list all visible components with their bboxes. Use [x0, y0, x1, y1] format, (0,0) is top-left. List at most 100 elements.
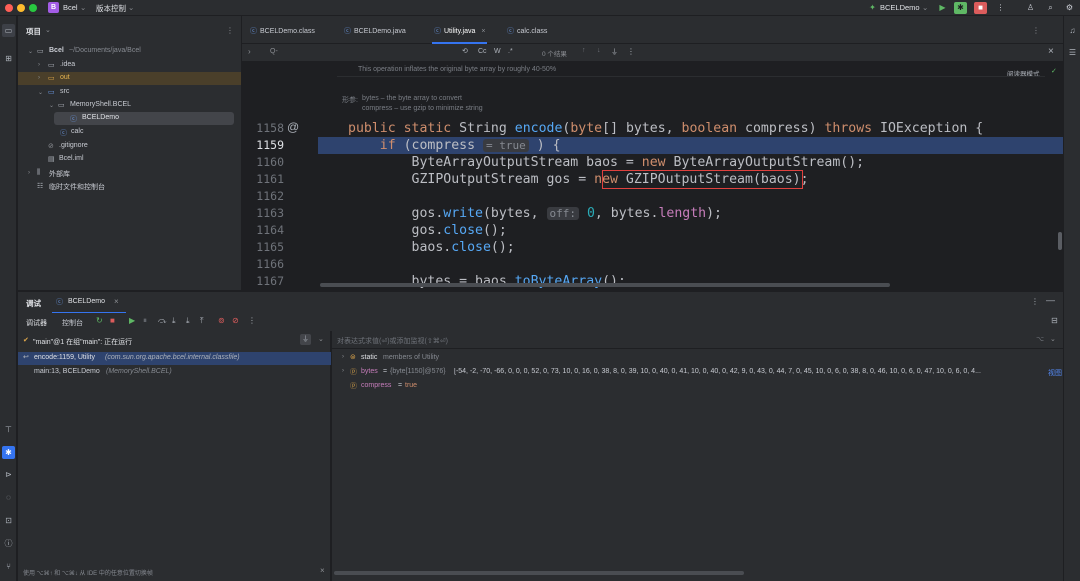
tab-bceldemo-class[interactable]: ⓒ BCELDemo.class	[250, 16, 315, 44]
tree-item-idea[interactable]: › ▭ .idea	[18, 59, 241, 72]
minimize-panel-icon[interactable]: —	[1046, 295, 1055, 305]
tree-item-src[interactable]: ⌄ ▭ src	[18, 86, 241, 99]
terminal-tool-icon[interactable]: ⊡	[2, 514, 15, 527]
search-icon[interactable]: ⌕	[1044, 2, 1057, 14]
project-tool-icon[interactable]: ▭	[2, 24, 15, 37]
project-switcher[interactable]: Bcel	[63, 3, 78, 12]
step-out-icon[interactable]: ⤒	[200, 316, 204, 326]
stop-icon[interactable]: ■	[110, 316, 115, 325]
debug-tool-icon[interactable]: ✱	[2, 446, 15, 459]
filter-icon[interactable]: ⏚	[611, 47, 618, 57]
chevron-down-icon: ⌄	[922, 3, 929, 12]
current-frame-icon: ↩	[23, 354, 29, 361]
regex-toggle[interactable]: .*	[508, 48, 513, 55]
database-icon[interactable]: ☰	[1066, 46, 1079, 59]
tree-item-scratches[interactable]: ☷ 临时文件和控制台	[18, 180, 241, 193]
tab-utility-java[interactable]: ⓒ Utility.java ×	[432, 16, 488, 44]
tree-item-out[interactable]: › ▭ out	[18, 72, 241, 85]
tree-item-package[interactable]: ⌄ ▭ MemoryShell.BCEL	[18, 99, 241, 112]
pause-icon[interactable]: ⏸	[143, 316, 147, 326]
stack-frame-row[interactable]: ↩ encode:1159, Utility (com.sun.org.apac…	[18, 352, 331, 365]
run-icon[interactable]: ▶	[936, 2, 949, 14]
words-toggle[interactable]: W	[494, 48, 501, 55]
settings-icon[interactable]: ⚙	[1063, 2, 1076, 14]
stop-icon[interactable]: ■	[974, 2, 987, 14]
chevron-down-icon[interactable]: ⌄	[318, 335, 324, 343]
git-tool-icon[interactable]: ⑂	[2, 560, 15, 573]
step-into-icon[interactable]: ⤓	[172, 316, 176, 326]
parameter-hint: off:	[546, 207, 580, 220]
more-vertical-icon[interactable]: ⋮	[248, 316, 256, 325]
horizontal-scrollbar[interactable]	[334, 571, 744, 575]
module-file-icon: ▤	[48, 156, 55, 163]
tab-console[interactable]: 控制台	[62, 318, 83, 328]
title-bar: B Bcel ⌄ 版本控制 ⌄ ✦ BCELDemo ⌄ ▶ ✱ ■ ⋮ ♙ ⌕…	[0, 0, 1080, 16]
close-icon[interactable]: ×	[481, 28, 485, 35]
services-tool-icon[interactable]: ◌	[2, 491, 15, 504]
more-vertical-icon[interactable]: ⋮	[226, 26, 234, 35]
stack-frame-row[interactable]: main:13, BCELDemo (MemoryShell.BCEL)	[18, 366, 331, 379]
more-vertical-icon[interactable]: ⋮	[627, 47, 635, 56]
previous-match-icon[interactable]: ↑	[582, 47, 586, 54]
problems-tool-icon[interactable]: ⓘ	[2, 537, 15, 550]
variable-row[interactable]: › ⊜ static members of Utility	[332, 352, 1063, 365]
thread-selector[interactable]: ✔ "main"@1 在组"main": 正在运行 ⏚ ⌄	[18, 334, 331, 348]
tree-item-calc[interactable]: ⓒ calc	[18, 126, 241, 139]
line-gutter: 1158 1159 1160 1161 1162 1163 1164 1165 …	[242, 62, 318, 290]
tab-debugger[interactable]: 调试器	[26, 318, 47, 328]
more-vertical-icon[interactable]: ⋮	[994, 2, 1007, 14]
next-match-icon[interactable]: ↓	[597, 47, 601, 54]
tree-item-iml[interactable]: ▤ Bcel.iml	[18, 153, 241, 166]
force-step-into-icon[interactable]: ⤓	[186, 316, 190, 326]
close-icon[interactable]: ×	[114, 297, 119, 306]
debug-session-tab[interactable]: ⓒ BCELDemo ×	[52, 292, 126, 314]
structure-tool-icon[interactable]: ⊞	[2, 52, 15, 65]
resume-icon[interactable]: ▶	[129, 316, 135, 325]
layout-settings-icon[interactable]: ⊟	[1051, 316, 1058, 325]
tab-bceldemo-java[interactable]: ⓒ BCELDemo.java	[344, 16, 406, 44]
tree-item-label: Bcel	[49, 47, 64, 54]
tab-calc-class[interactable]: ⓒ calc.class	[507, 16, 547, 44]
tree-item-bceldemo[interactable]: ⓒ BCELDemo	[54, 112, 234, 125]
debug-icon[interactable]: ✱	[954, 2, 967, 14]
zoom-window-button[interactable]	[29, 4, 37, 12]
history-icon[interactable]: ⟲	[462, 47, 468, 55]
vcs-menu[interactable]: 版本控制	[96, 3, 126, 14]
javadoc-line: This operation inflates the original byt…	[358, 66, 557, 73]
evaluate-expression-input[interactable]: 对表达式求值(⏎)或添加监视(⇧⌘⏎)	[337, 336, 448, 346]
close-icon[interactable]: ×	[1048, 46, 1054, 57]
run-config-selector[interactable]: BCELDemo	[880, 3, 920, 12]
view-breakpoints-icon[interactable]: ⊚	[218, 316, 225, 325]
project-panel-title[interactable]: 项目	[26, 26, 41, 37]
rerun-icon[interactable]: ↻	[96, 316, 103, 325]
chevron-down-icon[interactable]: ⌄	[1050, 335, 1056, 343]
close-window-button[interactable]	[5, 4, 13, 12]
notifications-icon[interactable]: ♫	[1066, 24, 1079, 37]
code-editor[interactable]: This operation inflates the original byt…	[242, 62, 1063, 290]
tree-item-external-libs[interactable]: › ⫼ 外部库	[18, 167, 241, 180]
tree-item-bcel[interactable]: ⌄ ▭ Bcel ~/Documents/java/Bcel	[18, 45, 241, 58]
javadoc-param: bytes – the byte array to convert	[362, 95, 462, 102]
filter-icon[interactable]: ⏚	[300, 334, 311, 345]
mute-breakpoints-icon[interactable]: ⊘	[232, 316, 239, 325]
horizontal-scrollbar[interactable]	[320, 283, 890, 287]
vertical-scrollbar[interactable]	[1058, 232, 1062, 250]
variable-row[interactable]: › ⓟ bytes = {byte[1150]@576} [-54, -2, -…	[332, 366, 1063, 379]
account-icon[interactable]: ♙	[1024, 2, 1037, 14]
chevron-right-icon[interactable]: ›	[248, 47, 251, 56]
more-vertical-icon[interactable]: ⋮	[1031, 297, 1039, 306]
close-icon[interactable]: ×	[320, 566, 325, 575]
project-badge[interactable]: B	[48, 2, 59, 13]
variable-row[interactable]: ⓟ compress = true	[332, 380, 1063, 393]
add-watch-icon[interactable]: ⌥	[1036, 335, 1044, 343]
annotation-gutter-icon[interactable]: @	[287, 120, 299, 134]
tree-item-gitignore[interactable]: ⊘ .gitignore	[18, 140, 241, 153]
run-tool-icon[interactable]: ⊳	[2, 468, 15, 481]
step-over-icon[interactable]: ⤼	[158, 316, 167, 326]
match-case-toggle[interactable]: Cc	[478, 48, 487, 55]
search-input[interactable]: Q-	[270, 48, 278, 55]
more-vertical-icon[interactable]: ⋮	[1032, 26, 1040, 35]
minimize-window-button[interactable]	[17, 4, 25, 12]
view-link[interactable]: 视图	[1048, 368, 1062, 378]
build-tool-icon[interactable]: ⊤	[2, 423, 15, 436]
